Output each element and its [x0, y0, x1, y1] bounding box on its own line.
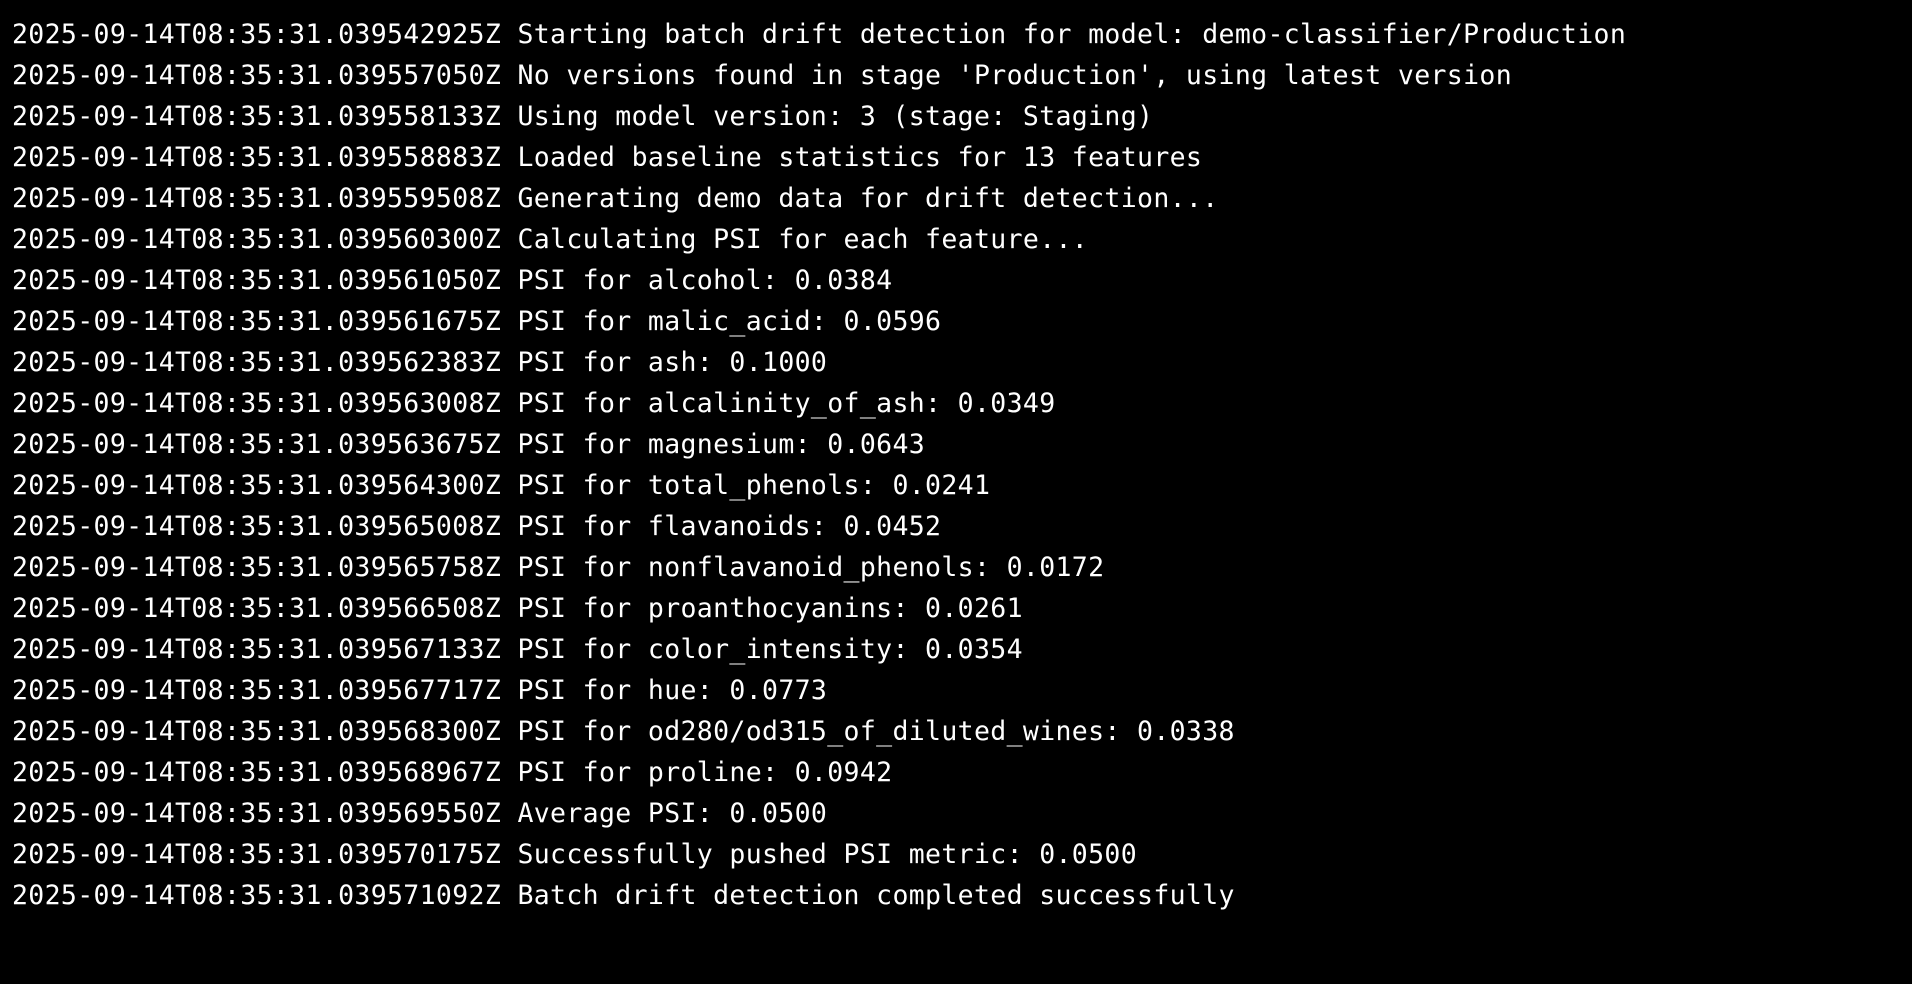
log-message: Generating demo data for drift detection…	[517, 183, 1219, 214]
log-timestamp: 2025-09-14T08:35:31.039567133Z	[12, 634, 502, 665]
log-line: 2025-09-14T08:35:31.039542925Z Starting …	[12, 14, 1912, 55]
log-line: 2025-09-14T08:35:31.039558883Z Loaded ba…	[12, 137, 1912, 178]
log-message: PSI for ash: 0.1000	[517, 347, 828, 378]
log-line: 2025-09-14T08:35:31.039568300Z PSI for o…	[12, 711, 1912, 752]
log-timestamp: 2025-09-14T08:35:31.039567717Z	[12, 675, 502, 706]
log-timestamp: 2025-09-14T08:35:31.039568967Z	[12, 757, 502, 788]
log-timestamp: 2025-09-14T08:35:31.039557050Z	[12, 60, 502, 91]
log-message: PSI for nonflavanoid_phenols: 0.0172	[517, 552, 1105, 583]
log-message: PSI for color_intensity: 0.0354	[517, 634, 1023, 665]
log-line: 2025-09-14T08:35:31.039562383Z PSI for a…	[12, 342, 1912, 383]
log-line: 2025-09-14T08:35:31.039566508Z PSI for p…	[12, 588, 1912, 629]
log-message: No versions found in stage 'Production',…	[517, 60, 1513, 91]
log-message: PSI for malic_acid: 0.0596	[517, 306, 942, 337]
log-line: 2025-09-14T08:35:31.039565758Z PSI for n…	[12, 547, 1912, 588]
log-message: PSI for hue: 0.0773	[517, 675, 828, 706]
log-message: PSI for flavanoids: 0.0452	[517, 511, 942, 542]
log-timestamp: 2025-09-14T08:35:31.039558883Z	[12, 142, 502, 173]
log-message: Using model version: 3 (stage: Staging)	[517, 101, 1154, 132]
log-line: 2025-09-14T08:35:31.039571092Z Batch dri…	[12, 875, 1912, 916]
log-message: PSI for magnesium: 0.0643	[517, 429, 926, 460]
log-line: 2025-09-14T08:35:31.039563675Z PSI for m…	[12, 424, 1912, 465]
log-line: 2025-09-14T08:35:31.039565008Z PSI for f…	[12, 506, 1912, 547]
log-line: 2025-09-14T08:35:31.039567133Z PSI for c…	[12, 629, 1912, 670]
log-timestamp: 2025-09-14T08:35:31.039565758Z	[12, 552, 502, 583]
log-line: 2025-09-14T08:35:31.039568967Z PSI for p…	[12, 752, 1912, 793]
log-timestamp: 2025-09-14T08:35:31.039568300Z	[12, 716, 502, 747]
log-timestamp: 2025-09-14T08:35:31.039566508Z	[12, 593, 502, 624]
log-line: 2025-09-14T08:35:31.039563008Z PSI for a…	[12, 383, 1912, 424]
log-message: Successfully pushed PSI metric: 0.0500	[517, 839, 1138, 870]
log-message: Loaded baseline statistics for 13 featur…	[517, 142, 1203, 173]
log-timestamp: 2025-09-14T08:35:31.039565008Z	[12, 511, 502, 542]
log-line: 2025-09-14T08:35:31.039559508Z Generatin…	[12, 178, 1912, 219]
log-message: PSI for proanthocyanins: 0.0261	[517, 593, 1023, 624]
log-timestamp: 2025-09-14T08:35:31.039564300Z	[12, 470, 502, 501]
terminal-log-output[interactable]: 2025-09-14T08:35:31.039542925Z Starting …	[0, 0, 1912, 984]
log-line: 2025-09-14T08:35:31.039570175Z Successfu…	[12, 834, 1912, 875]
log-line: 2025-09-14T08:35:31.039564300Z PSI for t…	[12, 465, 1912, 506]
log-timestamp: 2025-09-14T08:35:31.039563008Z	[12, 388, 502, 419]
log-timestamp: 2025-09-14T08:35:31.039562383Z	[12, 347, 502, 378]
log-message: Average PSI: 0.0500	[517, 798, 828, 829]
log-timestamp: 2025-09-14T08:35:31.039561675Z	[12, 306, 502, 337]
log-timestamp: 2025-09-14T08:35:31.039560300Z	[12, 224, 502, 255]
log-message: PSI for alcalinity_of_ash: 0.0349	[517, 388, 1056, 419]
log-message: Calculating PSI for each feature...	[517, 224, 1089, 255]
log-message: PSI for total_phenols: 0.0241	[517, 470, 991, 501]
log-timestamp: 2025-09-14T08:35:31.039571092Z	[12, 880, 502, 911]
log-line: 2025-09-14T08:35:31.039558133Z Using mod…	[12, 96, 1912, 137]
log-timestamp: 2025-09-14T08:35:31.039558133Z	[12, 101, 502, 132]
log-timestamp: 2025-09-14T08:35:31.039569550Z	[12, 798, 502, 829]
log-line: 2025-09-14T08:35:31.039561675Z PSI for m…	[12, 301, 1912, 342]
log-timestamp: 2025-09-14T08:35:31.039570175Z	[12, 839, 502, 870]
log-message: PSI for od280/od315_of_diluted_wines: 0.…	[517, 716, 1235, 747]
log-message: PSI for proline: 0.0942	[517, 757, 893, 788]
log-message: Batch drift detection completed successf…	[517, 880, 1235, 911]
log-line: 2025-09-14T08:35:31.039567717Z PSI for h…	[12, 670, 1912, 711]
log-timestamp: 2025-09-14T08:35:31.039561050Z	[12, 265, 502, 296]
log-line: 2025-09-14T08:35:31.039569550Z Average P…	[12, 793, 1912, 834]
log-timestamp: 2025-09-14T08:35:31.039559508Z	[12, 183, 502, 214]
log-line: 2025-09-14T08:35:31.039560300Z Calculati…	[12, 219, 1912, 260]
log-line: 2025-09-14T08:35:31.039557050Z No versio…	[12, 55, 1912, 96]
log-message: PSI for alcohol: 0.0384	[517, 265, 893, 296]
log-timestamp: 2025-09-14T08:35:31.039542925Z	[12, 19, 502, 50]
log-message: Starting batch drift detection for model…	[517, 19, 1627, 50]
log-timestamp: 2025-09-14T08:35:31.039563675Z	[12, 429, 502, 460]
log-line: 2025-09-14T08:35:31.039561050Z PSI for a…	[12, 260, 1912, 301]
